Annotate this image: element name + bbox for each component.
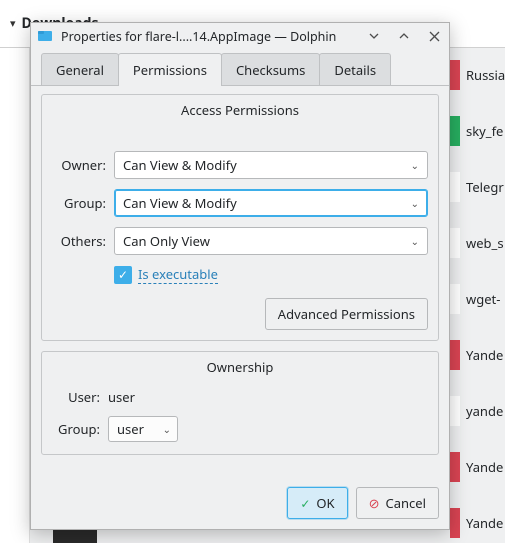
folder-icon <box>37 28 53 44</box>
ownership-group: Ownership User: user Group: user ⌄ <box>41 351 439 455</box>
file-icon <box>450 60 460 90</box>
file-label: Yande <box>466 514 503 532</box>
file-icon <box>450 228 460 258</box>
list-item[interactable]: web_s <box>450 228 505 258</box>
group-value: Can View & Modify <box>123 194 237 212</box>
keep-above-button[interactable] <box>363 25 385 47</box>
chevron-down-icon[interactable]: ▾ <box>10 16 16 31</box>
file-label: Telegr <box>466 178 504 196</box>
list-item[interactable]: wget- <box>450 284 505 314</box>
own-group-value: user <box>117 420 144 438</box>
tab-bar: General Permissions Checksums Details <box>31 49 449 86</box>
check-icon <box>300 494 310 512</box>
cancel-button[interactable]: Cancel <box>356 487 439 519</box>
others-label: Others: <box>52 232 106 250</box>
owner-value: Can View & Modify <box>123 156 237 174</box>
file-list-partial: Russia sky_fe Telegr web_s wget- Yande yande Ya… <box>450 60 505 538</box>
tab-content: Access Permissions Owner: Can View & Mod… <box>31 85 449 487</box>
file-label: sky_fe <box>466 122 503 140</box>
ok-label: OK <box>316 494 334 512</box>
chevron-down-icon: ⌄ <box>411 234 419 248</box>
access-legend: Access Permissions <box>52 101 428 119</box>
owner-combo[interactable]: Can View & Modify ⌄ <box>114 151 428 179</box>
list-item[interactable]: sky_fe <box>450 116 505 146</box>
file-label: Yande <box>466 346 503 364</box>
others-value: Can Only View <box>123 232 210 250</box>
tab-permissions[interactable]: Permissions <box>118 53 222 86</box>
user-value: user <box>108 388 135 406</box>
file-icon <box>450 396 460 426</box>
file-icon <box>450 284 460 314</box>
list-item[interactable]: Yande <box>450 340 505 370</box>
maximize-button[interactable] <box>393 25 415 47</box>
dialog-button-row: OK Cancel <box>31 487 449 529</box>
file-label: Russia <box>466 66 505 84</box>
own-group-label: Group: <box>52 420 100 438</box>
dialog-title: Properties for flare-l....14.AppImage — … <box>61 28 355 45</box>
titlebar: Properties for flare-l....14.AppImage — … <box>31 23 449 49</box>
executable-label[interactable]: Is executable <box>138 265 218 284</box>
owner-label: Owner: <box>52 156 106 174</box>
list-item[interactable]: Yande <box>450 452 505 482</box>
group-label: Group: <box>52 194 106 212</box>
user-label: User: <box>52 388 100 406</box>
cancel-label: Cancel <box>386 494 426 512</box>
own-group-combo[interactable]: user ⌄ <box>108 416 178 442</box>
properties-dialog: Properties for flare-l....14.AppImage — … <box>30 22 450 530</box>
close-button[interactable] <box>423 25 445 47</box>
file-label: yande <box>466 402 503 420</box>
file-icon <box>450 172 460 202</box>
others-combo[interactable]: Can Only View ⌄ <box>114 227 428 255</box>
list-item[interactable]: Yande <box>450 508 505 538</box>
tab-checksums[interactable]: Checksums <box>221 53 320 86</box>
file-label: web_s <box>466 234 504 252</box>
tab-details[interactable]: Details <box>319 53 391 86</box>
advanced-permissions-button[interactable]: Advanced Permissions <box>265 298 428 330</box>
list-item[interactable]: yande <box>450 396 505 426</box>
list-item[interactable]: Telegr <box>450 172 505 202</box>
tab-general[interactable]: General <box>41 53 119 86</box>
list-item[interactable]: Russia <box>450 60 505 90</box>
file-icon <box>450 452 460 482</box>
executable-checkbox[interactable]: ✓ <box>114 266 132 284</box>
file-icon <box>450 116 460 146</box>
chevron-down-icon: ⌄ <box>411 196 419 210</box>
file-icon <box>450 340 460 370</box>
file-label: wget- <box>466 290 500 308</box>
chevron-down-icon: ⌄ <box>411 158 419 172</box>
ownership-legend: Ownership <box>52 358 428 376</box>
chevron-down-icon: ⌄ <box>163 422 171 436</box>
group-combo[interactable]: Can View & Modify ⌄ <box>114 189 428 217</box>
left-edge <box>0 48 30 543</box>
cancel-icon <box>369 494 380 512</box>
file-label: Yande <box>466 458 503 476</box>
file-icon <box>450 508 460 538</box>
access-permissions-group: Access Permissions Owner: Can View & Mod… <box>41 94 439 341</box>
ok-button[interactable]: OK <box>287 487 347 519</box>
